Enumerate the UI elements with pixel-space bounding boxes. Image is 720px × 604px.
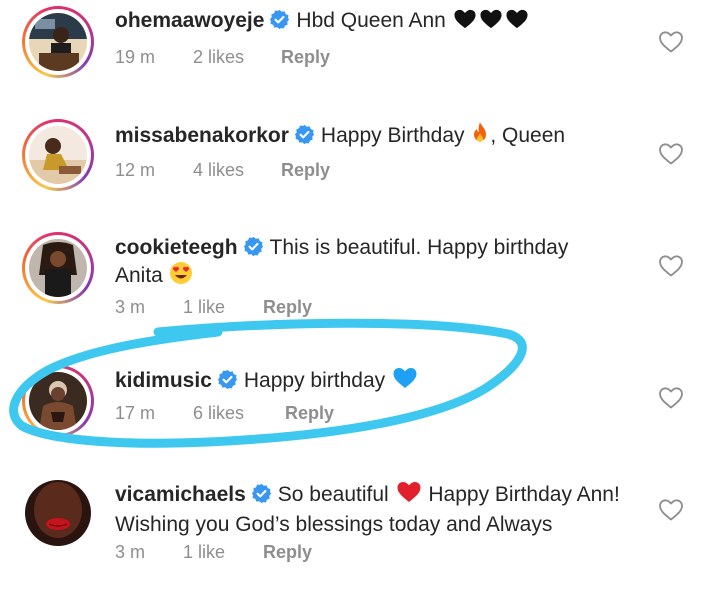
avatar-story-ring[interactable] (22, 6, 94, 78)
comment-likes[interactable]: 4 likes (193, 160, 281, 181)
reply-button[interactable]: Reply (263, 542, 312, 563)
comment-meta: 12 m 4 likes Reply (115, 160, 330, 181)
comment-text: So beautiful (277, 483, 389, 506)
verified-badge-icon (243, 236, 264, 257)
avatar-story-ring[interactable] (22, 232, 94, 304)
comment-username[interactable]: vicamichaels (115, 483, 246, 506)
heart-eyes-emoji-icon (169, 261, 193, 292)
comment-text-suffix: , Queen (490, 124, 566, 147)
comment-likes[interactable]: 2 likes (193, 47, 281, 68)
comment-likes[interactable]: 1 like (183, 542, 263, 563)
avatar (29, 372, 87, 430)
comment-username[interactable]: cookieteegh (115, 236, 238, 259)
heart-outline-icon[interactable] (658, 142, 684, 166)
red-heart-emoji-icon (395, 480, 423, 511)
comment-text: Hbd Queen Ann (296, 9, 446, 32)
comment-time: 3 m (115, 542, 146, 562)
avatar-story-ring[interactable] (22, 365, 94, 437)
verified-badge-icon (269, 9, 290, 30)
reply-button[interactable]: Reply (263, 297, 312, 318)
black-heart-emoji-icon (452, 8, 530, 37)
comment-likes[interactable]: 6 likes (193, 403, 285, 424)
comment-username[interactable]: kidimusic (115, 369, 212, 392)
comment-meta: 3 m 1 like Reply (115, 542, 312, 563)
heart-outline-icon[interactable] (658, 30, 684, 54)
avatar (29, 239, 87, 297)
comment-username[interactable]: missabenakorkor (115, 124, 289, 147)
verified-badge-icon (294, 124, 315, 145)
comment-likes[interactable]: 1 like (183, 297, 263, 318)
comment-body: missabenakorkor Happy Birthday , Queen (115, 121, 645, 152)
comment-body: ohemaawoyeje Hbd Queen Ann (115, 7, 645, 37)
comment-time: 19 m (115, 47, 156, 67)
comment-meta: 19 m 2 likes Reply (115, 47, 330, 68)
verified-badge-icon (251, 483, 272, 504)
comment-username[interactable]: ohemaawoyeje (115, 9, 264, 32)
avatar-story-ring[interactable] (22, 119, 94, 191)
heart-outline-icon[interactable] (658, 386, 684, 410)
comment-time: 17 m (115, 403, 156, 423)
heart-outline-icon[interactable] (658, 254, 684, 278)
avatar (29, 126, 87, 184)
reply-button[interactable]: Reply (281, 160, 330, 181)
fire-emoji-icon (470, 121, 490, 152)
avatar[interactable] (25, 480, 91, 546)
comment-text: Happy Birthday (320, 124, 465, 147)
comment-text: Happy birthday (243, 369, 386, 392)
avatar (29, 13, 87, 71)
comment-time: 12 m (115, 160, 156, 180)
verified-badge-icon (217, 369, 238, 390)
reply-button[interactable]: Reply (285, 403, 334, 424)
comment-meta: 17 m 6 likes Reply (115, 403, 334, 424)
comment-meta: 3 m 1 like Reply (115, 297, 312, 318)
comment-time: 3 m (115, 297, 146, 317)
blue-heart-emoji-icon (391, 366, 419, 397)
reply-button[interactable]: Reply (281, 47, 330, 68)
comment-body: kidimusic Happy birthday (115, 366, 645, 397)
comment-body: cookieteegh This is beautiful. Happy birt… (115, 234, 615, 292)
heart-outline-icon[interactable] (658, 498, 684, 522)
comment-body: vicamichaels So beautiful Happy Birthday … (115, 480, 635, 538)
